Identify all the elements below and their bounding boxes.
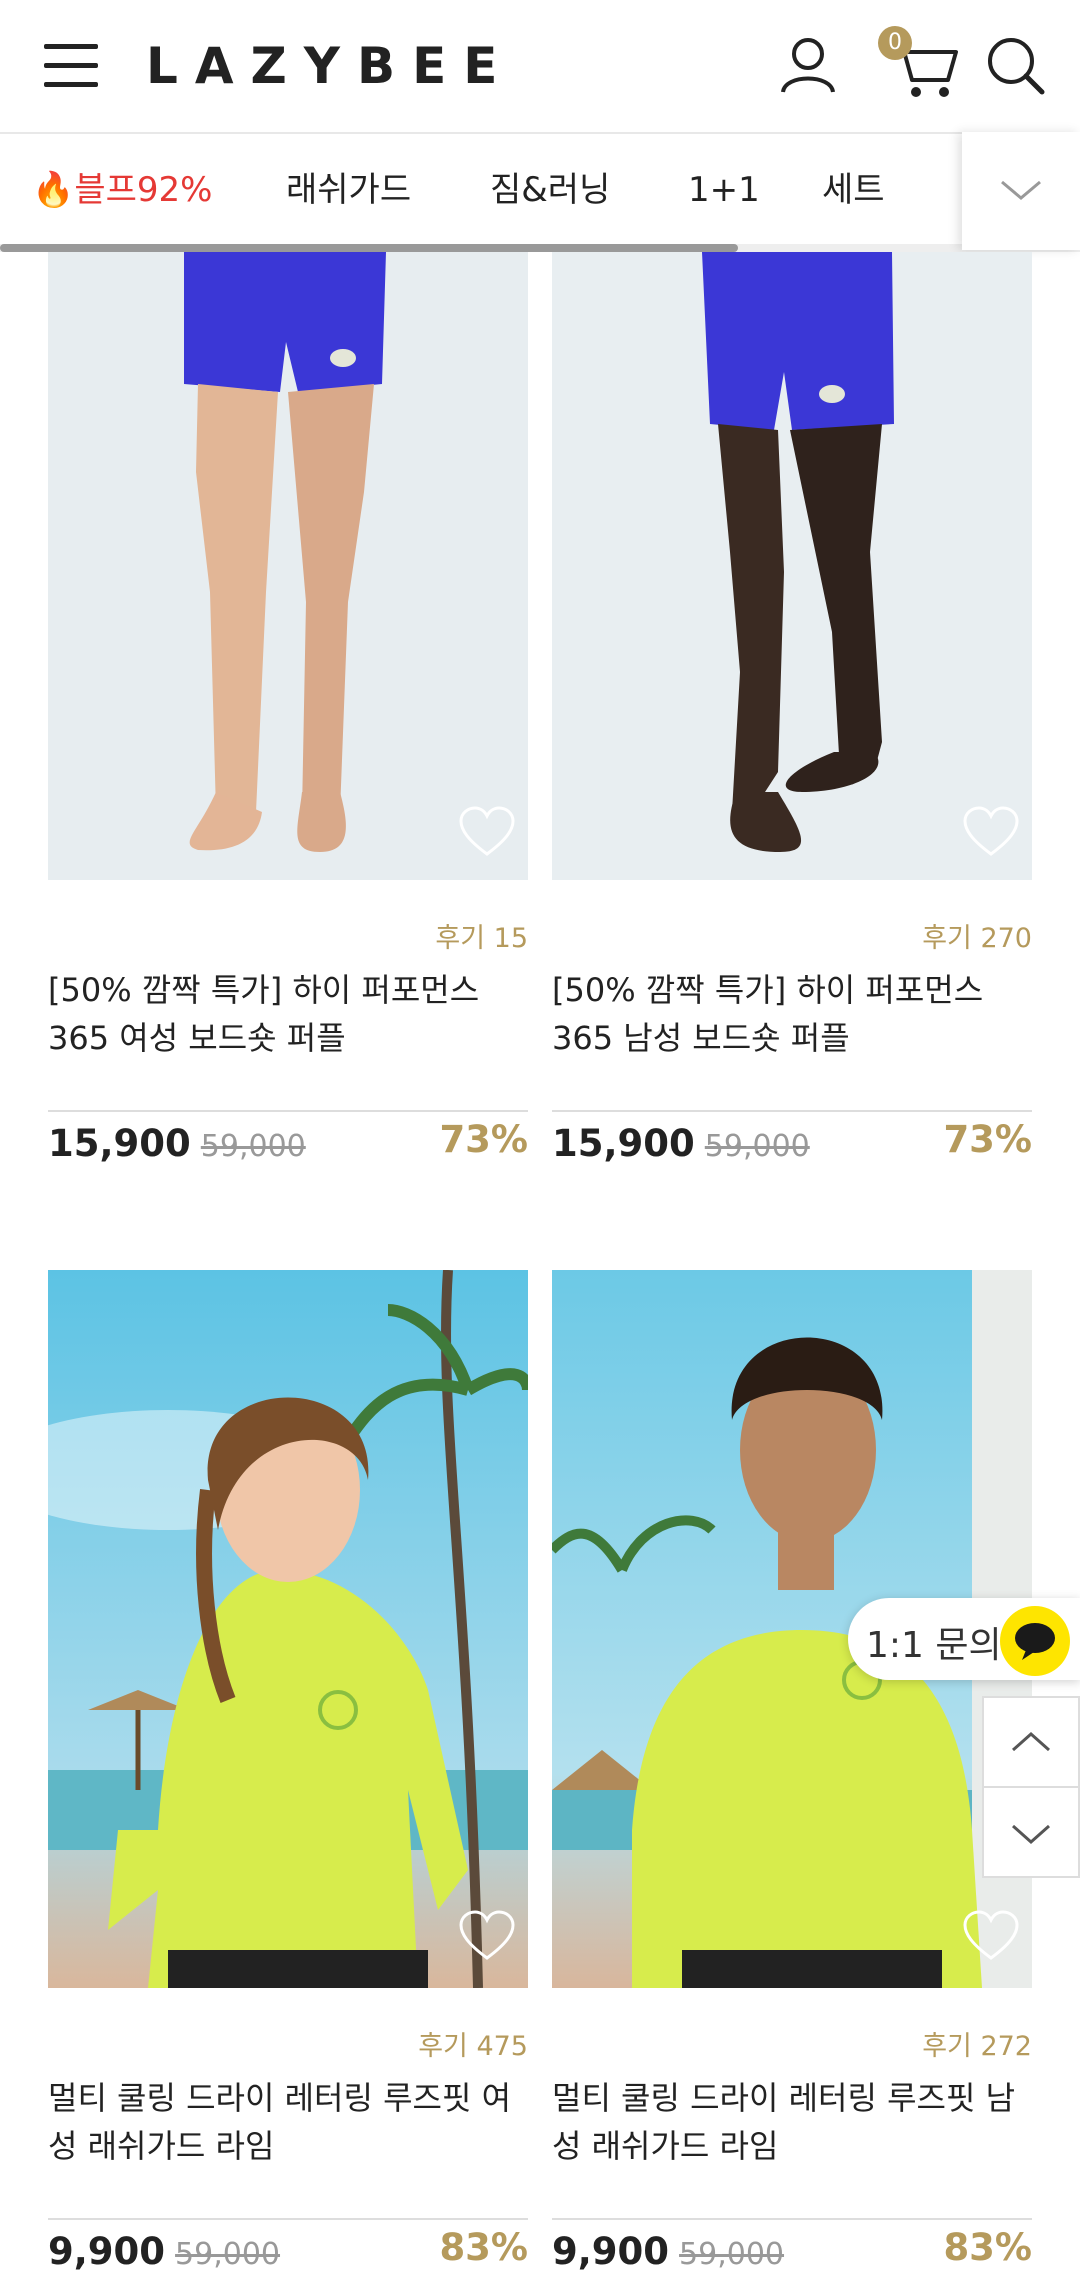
heart-icon[interactable] <box>458 806 516 858</box>
heart-icon[interactable] <box>458 1910 516 1962</box>
heart-icon[interactable] <box>962 806 1020 858</box>
sale-price: 9,900 <box>552 2230 670 2273</box>
chevron-down-icon <box>1012 1824 1050 1845</box>
hamburger-menu-icon[interactable] <box>44 44 98 88</box>
product-title[interactable]: 멀티 쿨링 드라이 레터링 루즈핏 남성 래쉬가드 라임 <box>552 2074 1032 2170</box>
review-count: 후기 475 <box>418 2031 528 2062</box>
price: 15,900 59,000 <box>48 1122 306 1165</box>
price: 9,900 59,000 <box>48 2230 280 2273</box>
tab-one-plus-one[interactable]: 1+1 <box>688 168 760 212</box>
product-image[interactable] <box>552 252 1032 880</box>
product-title[interactable]: [50% 깜짝 특가] 하이 퍼포먼스 365 여성 보드숏 퍼플 <box>48 966 528 1062</box>
original-price: 59,000 <box>704 1129 810 1164</box>
cart-button[interactable]: 0 <box>878 26 958 100</box>
product-title[interactable]: [50% 깜짝 특가] 하이 퍼포먼스 365 남성 보드숏 퍼플 <box>552 966 1032 1062</box>
discount-rate: 83% <box>943 2226 1032 2269</box>
category-expand-button[interactable] <box>962 132 1080 250</box>
tab-rashguard[interactable]: 래쉬가드 <box>286 168 411 212</box>
divider <box>552 2218 1032 2220</box>
product-title[interactable]: 멀티 쿨링 드라이 레터링 루즈핏 여성 래쉬가드 라임 <box>48 2074 528 2170</box>
original-price: 59,000 <box>175 2237 281 2272</box>
price: 9,900 59,000 <box>552 2230 784 2273</box>
price: 15,900 59,000 <box>552 1122 810 1165</box>
scroll-to-top-button[interactable] <box>982 1696 1080 1788</box>
inquiry-label: 1:1 문의 <box>866 1625 1002 1666</box>
cart-count-badge: 0 <box>878 26 912 60</box>
discount-rate: 83% <box>439 2226 528 2269</box>
sale-price: 9,900 <box>48 2230 166 2273</box>
search-icon[interactable] <box>980 30 1050 100</box>
tab-gym-running[interactable]: 짐&러닝 <box>490 168 610 212</box>
tab-set[interactable]: 세트 <box>822 168 885 212</box>
scroll-to-bottom-button[interactable] <box>982 1786 1080 1878</box>
user-icon[interactable] <box>773 30 843 100</box>
sale-price: 15,900 <box>552 1122 695 1165</box>
top-header: LAZYBEE 0 <box>0 0 1080 134</box>
sale-price: 15,900 <box>48 1122 191 1165</box>
original-price: 59,000 <box>200 1129 306 1164</box>
review-count: 후기 270 <box>922 923 1032 954</box>
discount-rate: 73% <box>439 1118 528 1161</box>
discount-rate: 73% <box>943 1118 1032 1161</box>
one-on-one-inquiry-button[interactable]: 1:1 문의 <box>848 1598 1080 1680</box>
product-image[interactable] <box>48 252 528 880</box>
divider <box>552 1110 1032 1112</box>
review-count: 후기 15 <box>435 923 528 954</box>
category-tabs: 🔥블프92% 래쉬가드 짐&러닝 1+1 세트 <box>0 134 1080 252</box>
tabs-scrollbar-thumb[interactable] <box>0 244 738 252</box>
product-image[interactable] <box>48 1270 528 1988</box>
heart-icon[interactable] <box>962 1910 1020 1962</box>
kakao-chat-icon <box>1000 1606 1070 1676</box>
tab-black-friday[interactable]: 🔥블프92% <box>32 168 212 212</box>
chevron-up-icon <box>1012 1731 1050 1752</box>
chevron-down-icon <box>1001 180 1041 200</box>
review-count: 후기 272 <box>922 2031 1032 2062</box>
original-price: 59,000 <box>679 2237 785 2272</box>
divider <box>48 1110 528 1112</box>
brand-logo[interactable]: LAZYBEE <box>146 30 514 102</box>
divider <box>48 2218 528 2220</box>
